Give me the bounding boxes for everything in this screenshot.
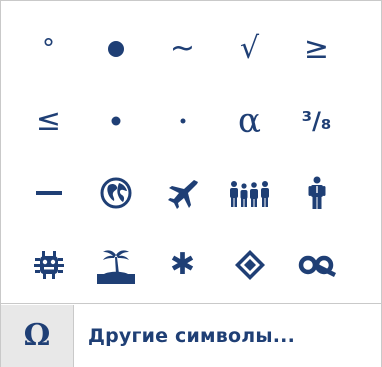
symbol-less-equal[interactable]: ≤ bbox=[15, 85, 82, 157]
bullet-large-icon bbox=[107, 41, 124, 57]
symbol-degree[interactable]: ° bbox=[15, 13, 82, 85]
symbol-tilde[interactable]: ~ bbox=[149, 13, 216, 85]
symbol-airplane[interactable] bbox=[149, 157, 216, 229]
globe-icon bbox=[100, 177, 131, 209]
omega-icon: Ω bbox=[1, 304, 74, 367]
dash-icon bbox=[35, 191, 62, 195]
symbol-bullet-large[interactable] bbox=[82, 13, 149, 85]
dot-small-icon bbox=[180, 118, 185, 124]
symbol-alpha[interactable]: α bbox=[216, 85, 283, 157]
symbol-globe[interactable] bbox=[82, 157, 149, 229]
symbol-person[interactable] bbox=[283, 157, 350, 229]
symbol-diamond[interactable] bbox=[216, 229, 283, 301]
symbol-command-loop[interactable] bbox=[283, 229, 350, 301]
symbol-family[interactable] bbox=[216, 157, 283, 229]
symbol-bullet-medium[interactable] bbox=[82, 85, 149, 157]
symbol-fraction[interactable]: ³/₈ bbox=[283, 85, 350, 157]
command-loop-icon bbox=[298, 255, 336, 277]
symbol-greater-equal[interactable]: ≥ bbox=[283, 13, 350, 85]
symbol-grid: ° ~ √ ≥ ≤ α ³/₈ ✱ bbox=[15, 13, 350, 301]
airplane-icon bbox=[167, 180, 198, 209]
more-symbols-label: Другие символы... bbox=[88, 324, 295, 347]
symbol-dash[interactable] bbox=[15, 157, 82, 229]
symbol-snowflake[interactable]: ✱ bbox=[149, 229, 216, 301]
symbol-bug[interactable] bbox=[15, 229, 82, 301]
symbol-island[interactable] bbox=[82, 229, 149, 301]
more-symbols-row[interactable]: Ω Другие символы... bbox=[1, 303, 381, 367]
symbol-sqrt[interactable]: √ bbox=[216, 13, 283, 85]
family-icon bbox=[229, 181, 269, 207]
symbol-dot-small[interactable] bbox=[149, 85, 216, 157]
diamond-icon bbox=[234, 250, 265, 280]
bug-icon bbox=[33, 251, 64, 279]
symbol-palette: ° ~ √ ≥ ≤ α ³/₈ ✱ Ω Другие символы... bbox=[0, 0, 382, 367]
bullet-medium-icon bbox=[111, 116, 120, 126]
island-icon bbox=[96, 250, 135, 284]
person-icon bbox=[308, 176, 325, 209]
